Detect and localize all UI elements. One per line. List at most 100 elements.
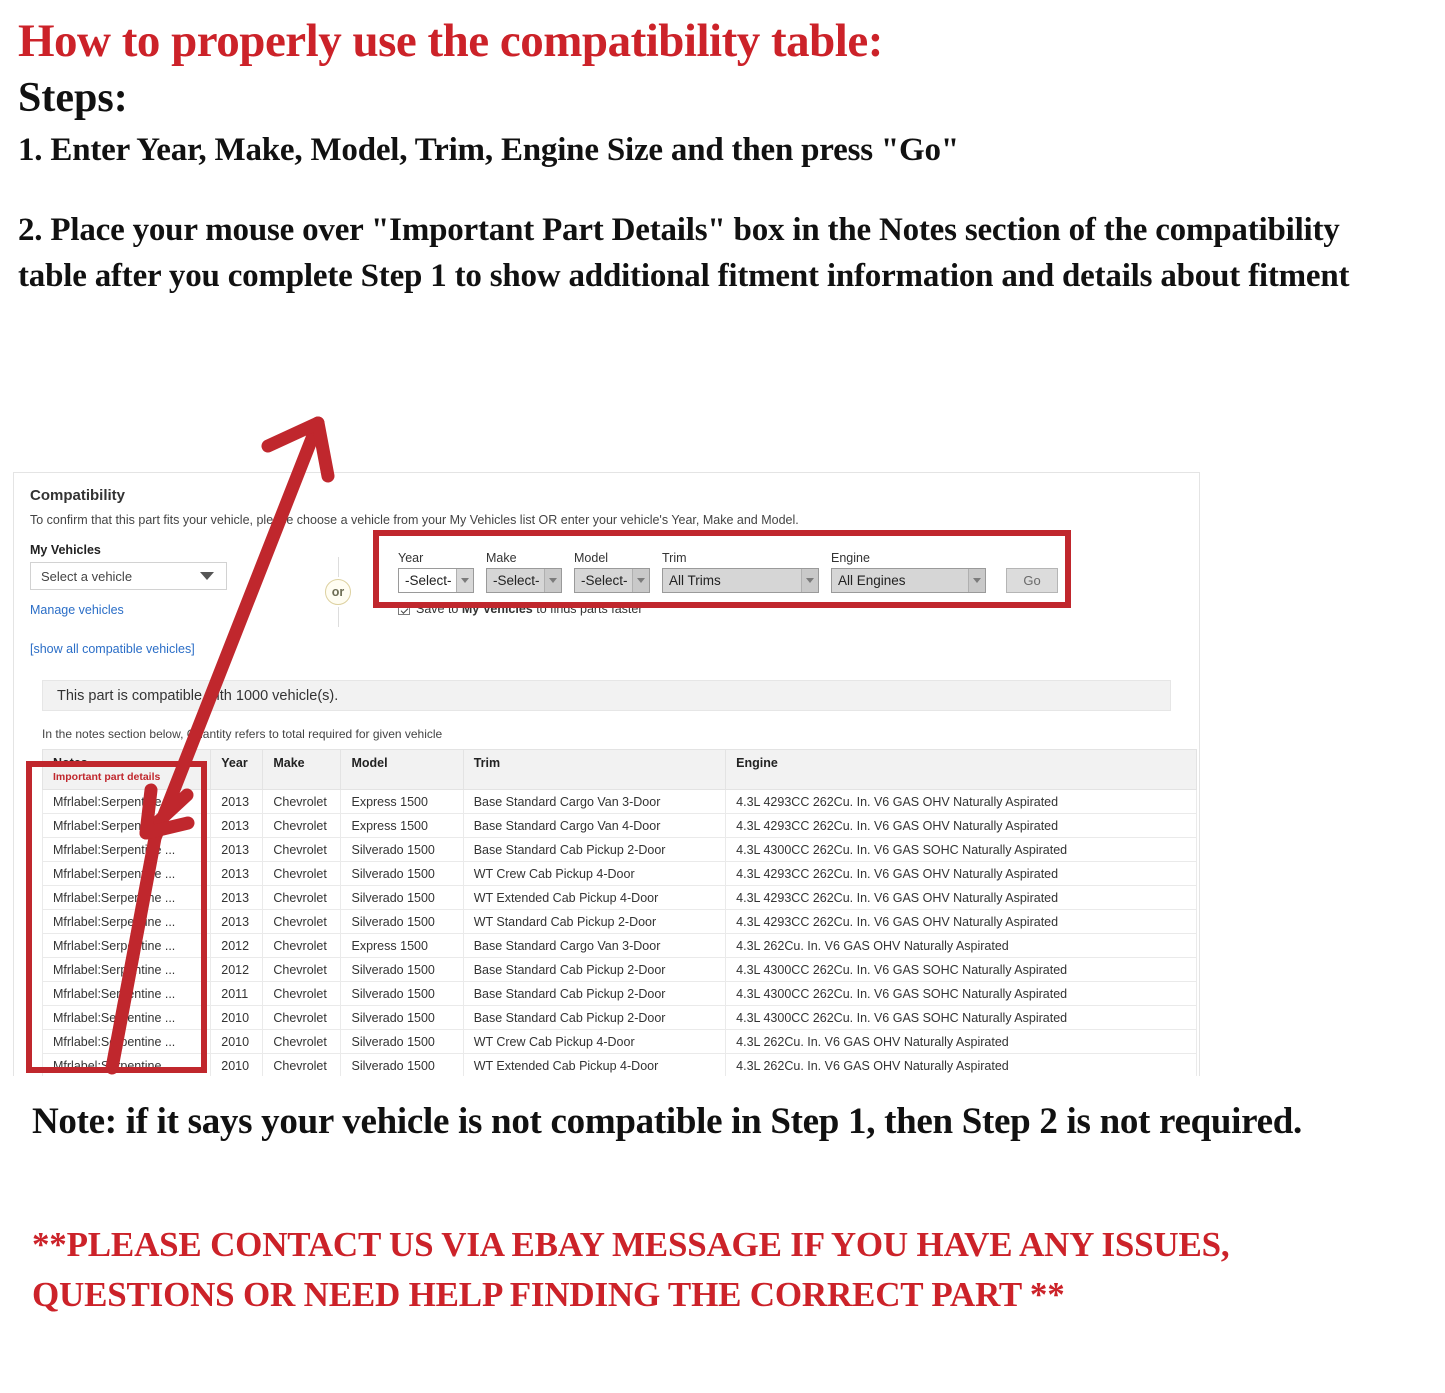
my-vehicles-column: My Vehicles Select a vehicle Manage vehi…: [30, 543, 278, 656]
column-header-make: Make: [262, 749, 342, 790]
cell-engine: 4.3L 4293CC 262Cu. In. V6 GAS OHV Natura…: [725, 813, 1197, 838]
table-row: Mfrlabel:Serpentine ... 2013 Chevrolet Silv…: [41, 885, 1197, 910]
important-part-details-label[interactable]: Important part details: [53, 771, 202, 783]
cell-model: Silverado 1500: [340, 909, 464, 934]
cell-notes[interactable]: Mfrlabel:Serpentine ...: [41, 933, 212, 958]
cell-notes[interactable]: Mfrlabel:Serpentine ...: [41, 813, 212, 838]
model-select-value: -Select-: [581, 573, 628, 588]
cell-year: 2013: [210, 885, 264, 910]
cell-notes[interactable]: Mfrlabel:Serpentine ...: [41, 789, 212, 814]
cell-trim: WT Standard Cab Pickup 2-Door: [462, 909, 727, 934]
my-vehicles-select-value: Select a vehicle: [41, 568, 133, 584]
cell-notes[interactable]: Mfrlabel:Serpentine ...: [41, 837, 212, 862]
footer-note-block: Note: if it says your vehicle is not com…: [0, 1096, 1445, 1147]
cell-make: Chevrolet: [262, 957, 342, 982]
table-row: Mfrlabel:Serpentine ... 2010 Chevrolet Silv…: [41, 1005, 1197, 1030]
field-engine: Engine All Engines: [831, 551, 986, 593]
cell-make: Chevrolet: [262, 933, 342, 958]
cell-engine: 4.3L 262Cu. In. V6 GAS OHV Naturally Asp…: [725, 1053, 1197, 1076]
cell-make: Chevrolet: [262, 1029, 342, 1054]
contact-text: **PLEASE CONTACT US VIA EBAY MESSAGE IF …: [32, 1225, 1230, 1314]
step-2-text: 2. Place your mouse over "Important Part…: [18, 211, 1350, 295]
column-header-year: Year: [210, 749, 264, 790]
chevron-down-icon: [456, 569, 473, 592]
compatibility-panel: Compatibility To confirm that this part …: [13, 472, 1200, 1076]
cell-year: 2010: [210, 1005, 264, 1030]
steps-label: Steps:: [18, 75, 128, 121]
cell-engine: 4.3L 262Cu. In. V6 GAS OHV Naturally Asp…: [725, 1029, 1197, 1054]
save-suffix: to finds parts faster: [532, 602, 643, 616]
cell-model: Express 1500: [340, 789, 464, 814]
cell-engine: 4.3L 4300CC 262Cu. In. V6 GAS SOHC Natur…: [725, 837, 1197, 862]
table-row: Mfrlabel:Serpentine ... 2010 Chevrolet Silv…: [41, 1029, 1197, 1054]
engine-label: Engine: [831, 551, 870, 565]
engine-select-value: All Engines: [838, 573, 906, 588]
trim-label: Trim: [662, 551, 687, 565]
cell-trim: Base Standard Cab Pickup 2-Door: [462, 957, 727, 982]
chevron-down-icon: [632, 569, 649, 592]
engine-select[interactable]: All Engines: [831, 568, 986, 593]
cell-notes[interactable]: Mfrlabel:Serpentine ...: [41, 885, 212, 910]
chevron-down-icon: [200, 572, 214, 580]
cell-model: Express 1500: [340, 813, 464, 838]
cell-notes[interactable]: Mfrlabel:Serpentine ...: [41, 1029, 212, 1054]
cell-notes[interactable]: Mfrlabel:Serpentine ...: [41, 909, 212, 934]
year-label: Year: [398, 551, 424, 565]
table-row: Mfrlabel:Serpentine ... 2013 Chevrolet Expr…: [41, 813, 1197, 838]
table-row: Mfrlabel:Serpentine ... 2012 Chevrolet Expr…: [41, 933, 1197, 958]
field-make: Make -Select-: [486, 551, 562, 593]
cell-engine: 4.3L 4300CC 262Cu. In. V6 GAS SOHC Natur…: [725, 957, 1197, 982]
year-select-value: -Select-: [405, 573, 452, 588]
cell-trim: Base Standard Cab Pickup 2-Door: [462, 1005, 727, 1030]
cell-notes[interactable]: Mfrlabel:Serpentine ...: [41, 1053, 212, 1076]
cell-make: Chevrolet: [262, 789, 342, 814]
make-select[interactable]: -Select-: [486, 568, 562, 593]
cell-engine: 4.3L 4300CC 262Cu. In. V6 GAS SOHC Natur…: [725, 981, 1197, 1006]
cell-model: Silverado 1500: [340, 861, 464, 886]
table-row: Mfrlabel:Serpentine ... 2013 Chevrolet Silv…: [41, 909, 1197, 934]
cell-model: Silverado 1500: [340, 1053, 464, 1076]
cell-notes[interactable]: Mfrlabel:Serpentine ...: [41, 957, 212, 982]
cell-model: Silverado 1500: [340, 1029, 464, 1054]
or-divider-line-top: [337, 557, 339, 577]
instructions-header: How to properly use the compatibility ta…: [0, 18, 1445, 300]
cell-make: Chevrolet: [262, 861, 342, 886]
save-to-my-vehicles-row[interactable]: Save to My Vehicles to finds parts faste…: [398, 602, 1183, 616]
chevron-down-icon: [968, 569, 985, 592]
cell-year: 2010: [210, 1053, 264, 1076]
model-label: Model: [574, 551, 609, 565]
cell-year: 2013: [210, 837, 264, 862]
cell-notes[interactable]: Mfrlabel:Serpentine ...: [41, 1005, 212, 1030]
cell-year: 2013: [210, 813, 264, 838]
year-select[interactable]: -Select-: [398, 568, 474, 593]
compatibility-table-body: Mfrlabel:Serpentine ... 2013 Chevrolet Expr…: [41, 789, 1197, 1076]
vehicle-finder-form: Year -Select- Make -Select- Model -Selec…: [398, 543, 1183, 616]
finder-fields-row: Year -Select- Make -Select- Model -Selec…: [398, 543, 1183, 593]
cell-model: Silverado 1500: [340, 1005, 464, 1030]
go-button[interactable]: Go: [1006, 568, 1058, 593]
model-select[interactable]: -Select-: [574, 568, 650, 593]
page-title: How to properly use the compatibility ta…: [18, 15, 883, 67]
cell-trim: Base Standard Cargo Van 4-Door: [462, 813, 727, 838]
or-divider-label: or: [325, 579, 351, 605]
save-to-my-vehicles-checkbox[interactable]: [398, 603, 410, 615]
trim-select[interactable]: All Trims: [662, 568, 819, 593]
cell-year: 2011: [210, 981, 264, 1006]
manage-vehicles-link[interactable]: Manage vehicles: [30, 603, 278, 617]
compatibility-heading: Compatibility: [30, 487, 126, 504]
or-divider: or: [278, 543, 398, 627]
table-row: Mfrlabel:Serpentine ... 2013 Chevrolet Expr…: [41, 789, 1197, 814]
cell-trim: Base Standard Cab Pickup 2-Door: [462, 837, 727, 862]
vehicle-picker-row: My Vehicles Select a vehicle Manage vehi…: [30, 543, 1183, 656]
cell-make: Chevrolet: [262, 837, 342, 862]
save-prefix: Save to: [416, 602, 462, 616]
cell-notes[interactable]: Mfrlabel:Serpentine ...: [41, 861, 212, 886]
cell-notes[interactable]: Mfrlabel:Serpentine ...: [41, 981, 212, 1006]
cell-year: 2013: [210, 909, 264, 934]
cell-make: Chevrolet: [262, 813, 342, 838]
show-all-compatible-vehicles-link[interactable]: [show all compatible vehicles]: [30, 642, 278, 656]
column-header-notes: Notes Important part details: [41, 749, 212, 790]
cell-trim: Base Standard Cab Pickup 2-Door: [462, 981, 727, 1006]
my-vehicles-select[interactable]: Select a vehicle: [30, 562, 227, 590]
cell-trim: Base Standard Cargo Van 3-Door: [462, 933, 727, 958]
